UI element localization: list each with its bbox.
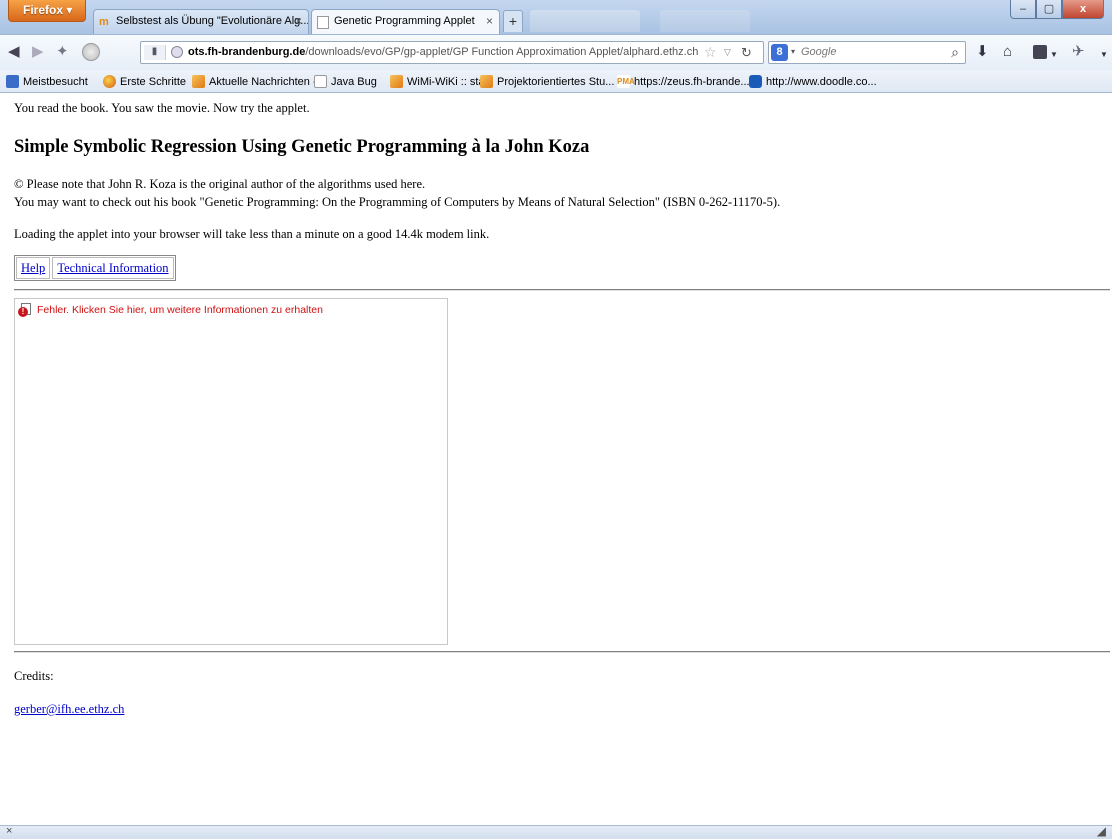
resize-grip-icon[interactable]: ◢ (1097, 824, 1106, 838)
reload-icon[interactable]: ↻ (741, 42, 752, 63)
bookmark-meistbesucht[interactable]: Meistbesucht (6, 74, 88, 90)
doodle-icon (749, 75, 762, 88)
back-arrow-icon[interactable]: ◀ (8, 43, 20, 61)
error-icon: ! (18, 303, 31, 317)
url-text[interactable]: ots.fh-brandenburg.de/downloads/evo/GP/g… (188, 42, 698, 63)
most-visited-icon (6, 75, 19, 88)
history-dropdown-icon[interactable]: ▽ (724, 42, 731, 63)
moodle-favicon-icon: m (99, 16, 109, 28)
credits-email-link[interactable]: gerber@ifh.ee.ethz.ch (14, 702, 124, 717)
rss-feed-icon (480, 75, 493, 88)
bookmark-zeus[interactable]: PMA https://zeus.fh-brande... (617, 74, 750, 90)
tab-genetic-programming-applet[interactable]: Genetic Programming Applet × (311, 9, 500, 34)
firefox-icon (103, 75, 116, 88)
rss-feed-icon (390, 75, 403, 88)
blank-page-icon (314, 75, 327, 88)
applet-error-message[interactable]: Fehler. Klicken Sie hier, um weitere Inf… (37, 304, 323, 316)
close-window-button[interactable]: x (1062, 0, 1104, 19)
search-bar[interactable]: 8 ▾ Google ⌕ (768, 41, 966, 64)
technical-information-link[interactable]: Technical Information (57, 261, 168, 275)
technical-information-cell: Technical Information (52, 257, 174, 279)
credits-label: Credits: (14, 669, 54, 683)
page-title: Simple Symbolic Regression Using Genetic… (14, 137, 590, 157)
bookmark-wimi-wiki[interactable]: WiMi-WiKi :: start (390, 74, 491, 90)
close-icon[interactable]: × (6, 825, 12, 837)
page-content: You read the book. You saw the movie. No… (0, 94, 1112, 825)
url-bar[interactable]: ▮ ots.fh-brandenburg.de/downloads/evo/GP… (140, 41, 764, 64)
addon-icon[interactable]: ✈ (1072, 43, 1085, 61)
pma-icon: PMA (617, 75, 635, 88)
copyright-note: © Please note that John R. Koza is the o… (14, 177, 426, 191)
bookmark-java-bug[interactable]: Java Bug (314, 74, 377, 90)
firefox-menu-button[interactable]: Firefox ▾ (8, 0, 86, 22)
blurred-tab (660, 10, 750, 32)
minimize-button[interactable]: – (1010, 0, 1036, 19)
help-cell: Help (16, 257, 51, 279)
addon-toolbar-icon[interactable]: ✦ (56, 43, 69, 61)
help-link[interactable]: Help (21, 261, 45, 275)
book-note: You may want to check out his book "Gene… (14, 195, 781, 209)
navigation-toolbar: ◀ ▶ ✦ ▮ ots.fh-brandenburg.de/downloads/… (0, 34, 1112, 70)
bookmark-star-icon[interactable]: ☆ (704, 42, 717, 63)
tab-close-icon[interactable]: × (486, 14, 493, 28)
bookmarks-toolbar: Meistbesucht Erste Schritte Aktuelle Nac… (0, 70, 1112, 93)
bookmark-doodle[interactable]: http://www.doodle.co... (749, 74, 877, 90)
applet-frame[interactable]: ! Fehler. Klicken Sie hier, um weitere I… (14, 298, 448, 645)
links-table: Help Technical Information (14, 255, 176, 281)
new-tab-button[interactable]: + (503, 10, 523, 32)
tab-selbstest[interactable]: m Selbstest als Übung "Evolutionäre Alg.… (93, 9, 309, 34)
home-icon[interactable]: ⌂ (1003, 43, 1012, 61)
window-controls: – ▢ x (1010, 0, 1104, 20)
divider (14, 651, 1110, 653)
search-icon[interactable]: ⌕ (951, 44, 959, 61)
globe-icon[interactable] (82, 43, 100, 61)
tab-label: Selbstest als Übung "Evolutionäre Alg... (116, 15, 309, 27)
forward-arrow-icon[interactable]: ▶ (32, 43, 44, 61)
bookmark-erste-schritte[interactable]: Erste Schritte (103, 74, 186, 90)
blurred-tab[interactable] (530, 10, 640, 32)
bookmark-aktuelle-nachrichten[interactable]: Aktuelle Nachrichten -... (192, 74, 326, 90)
divider (14, 289, 1110, 291)
tab-label: Genetic Programming Applet (334, 15, 475, 27)
search-input[interactable]: Google (801, 46, 836, 58)
chevron-down-icon[interactable]: ▾ (791, 47, 795, 56)
download-icon[interactable]: ⬇ (976, 43, 989, 61)
site-identity-icon[interactable]: ▮ (144, 45, 166, 60)
chevron-down-icon[interactable]: ▼ (1100, 46, 1108, 64)
chevron-down-icon[interactable]: ▼ (1050, 46, 1058, 64)
tab-close-icon[interactable]: × (295, 14, 302, 28)
intro-text: You read the book. You saw the movie. No… (14, 101, 310, 115)
title-bar: Firefox ▾ m Selbstest als Übung "Evoluti… (0, 0, 1112, 34)
maximize-button[interactable]: ▢ (1036, 0, 1062, 19)
bookmark-projektorientiertes[interactable]: Projektorientiertes Stu... (480, 74, 614, 90)
rss-feed-icon (192, 75, 205, 88)
globe-icon (171, 46, 183, 58)
loading-note: Loading the applet into your browser wil… (14, 227, 490, 241)
search-engine-icon[interactable]: 8 (771, 44, 788, 61)
addon-bar: × ◢ (0, 824, 1112, 839)
blank-page-favicon-icon (317, 16, 329, 29)
bookmarks-icon[interactable] (1033, 45, 1047, 59)
